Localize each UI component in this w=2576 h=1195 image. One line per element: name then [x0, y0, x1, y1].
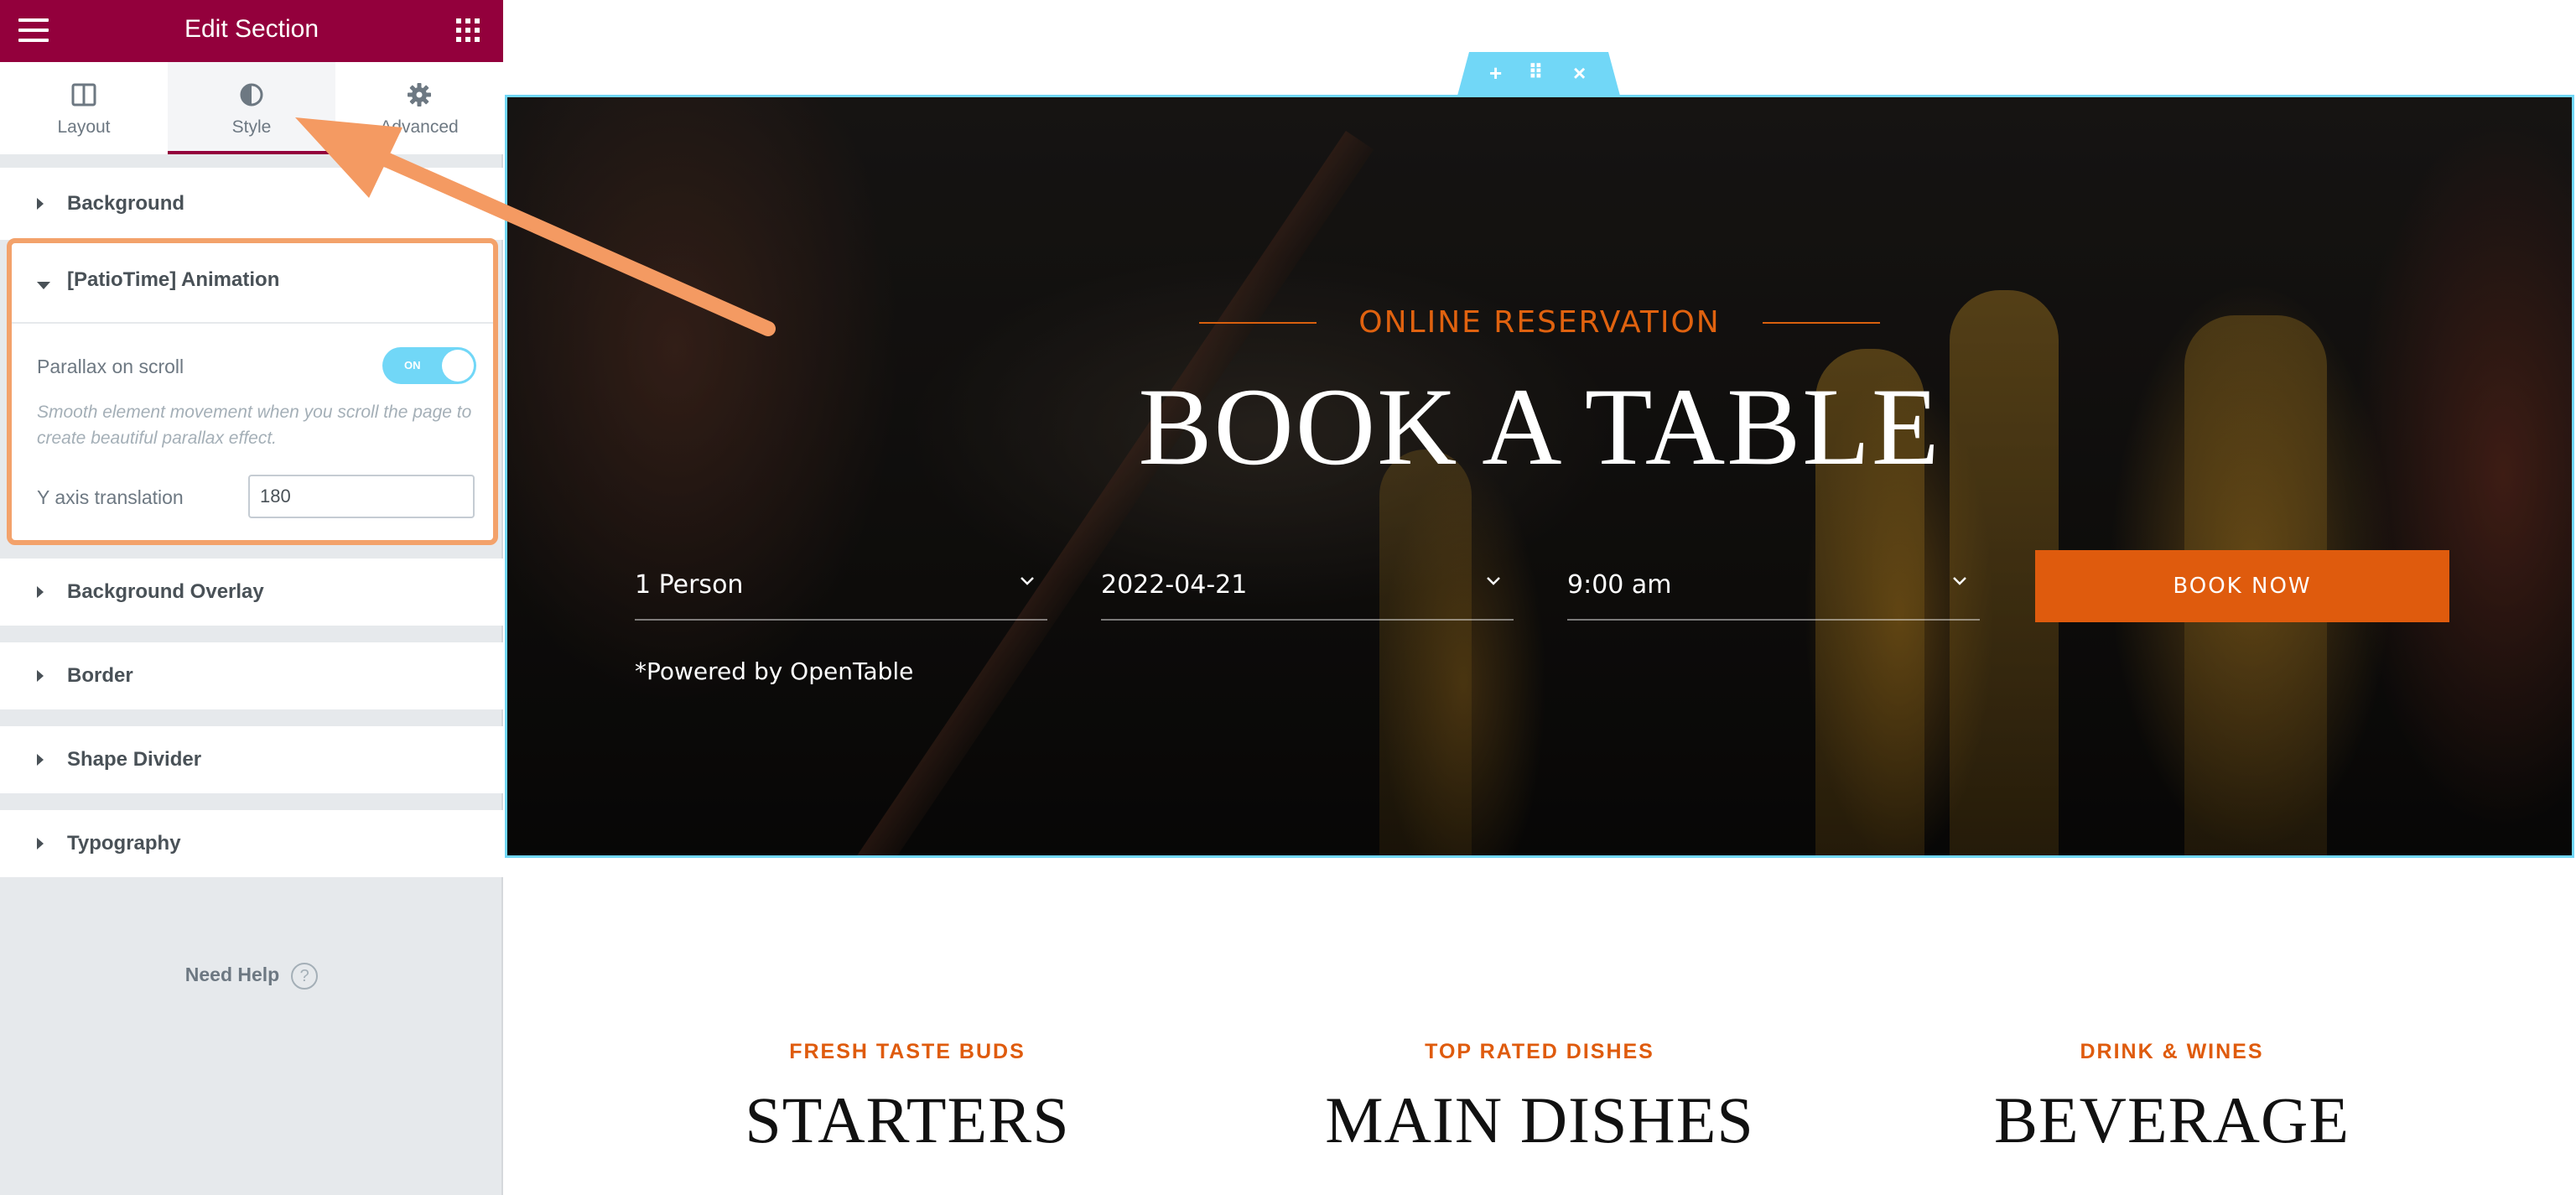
category-starters: FRESH TASTE BUDS STARTERS — [656, 1040, 1159, 1158]
gear-icon — [407, 82, 432, 112]
category-main-dishes: TOP RATED DISHES MAIN DISHES — [1288, 1040, 1791, 1158]
toggle-state-text: ON — [404, 359, 421, 371]
hero-title: BOOK A TABLE — [1138, 365, 1941, 488]
y-translation-label: Y axis translation — [37, 486, 184, 508]
select-value: 9:00 am — [1567, 570, 1672, 600]
section-border[interactable]: Border — [0, 642, 503, 709]
caret-right-icon — [37, 670, 44, 682]
category-kicker: TOP RATED DISHES — [1425, 1040, 1654, 1063]
y-translation-input[interactable] — [248, 475, 475, 518]
select-value: 2022-04-21 — [1101, 570, 1248, 600]
tab-advanced[interactable]: Advanced — [335, 62, 503, 154]
parallax-label: Parallax on scroll — [37, 356, 184, 377]
divider-line — [1198, 321, 1317, 324]
select-value: 1 Person — [635, 570, 744, 600]
layout-columns-icon — [71, 82, 96, 112]
section-header: Background — [0, 168, 503, 240]
section-label: Background Overlay — [67, 580, 264, 603]
category-beverage: DRINK & WINES BEVERAGE — [1920, 1040, 2423, 1158]
category-heading: MAIN DISHES — [1325, 1083, 1754, 1156]
category-kicker: FRESH TASTE BUDS — [789, 1040, 1026, 1063]
tab-style[interactable]: Style — [168, 62, 335, 154]
chevron-down-icon — [1019, 575, 1036, 591]
category-kicker: DRINK & WINES — [2080, 1040, 2264, 1063]
panel-title: Edit Section — [184, 15, 319, 43]
tab-label: Advanced — [380, 117, 459, 137]
tab-layout[interactable]: Layout — [0, 62, 168, 154]
caret-right-icon — [37, 198, 44, 210]
parallax-toggle[interactable]: ON — [382, 347, 476, 384]
caret-right-icon — [37, 586, 44, 598]
section-header: Background Overlay — [0, 559, 503, 626]
parallax-description: Smooth element movement when you scroll … — [37, 403, 472, 448]
section-label: Typography — [67, 832, 181, 855]
party-size-select[interactable]: 1 Person — [635, 550, 1047, 621]
section-label: Background — [67, 192, 185, 215]
help-question-icon: ? — [291, 963, 319, 990]
category-heading: STARTERS — [745, 1083, 1070, 1156]
section-header: Typography — [0, 810, 503, 877]
toggle-knob — [442, 350, 474, 382]
need-help-label: Need Help — [184, 964, 280, 986]
panel-header: Edit Section — [0, 0, 503, 62]
section-shape-divider[interactable]: Shape Divider — [0, 726, 503, 793]
tab-label: Style — [231, 117, 272, 137]
category-heading: BEVERAGE — [1994, 1083, 2350, 1156]
drag-section-icon[interactable]: ⠿ — [1528, 62, 1544, 84]
date-select[interactable]: 2022-04-21 — [1101, 550, 1514, 621]
widgets-grid-icon[interactable] — [456, 18, 480, 42]
section-animation-header[interactable]: [PatioTime] Animation — [12, 243, 493, 324]
caret-right-icon — [37, 838, 44, 849]
tab-label: Layout — [57, 117, 111, 137]
delete-section-icon[interactable]: × — [1573, 62, 1586, 84]
time-select[interactable]: 9:00 am — [1567, 550, 1980, 621]
panel-tabs: Layout Style Advanced — [0, 62, 503, 154]
section-handle[interactable]: + ⠿ × — [1457, 52, 1620, 96]
divider-line — [1763, 321, 1881, 324]
need-help-link[interactable]: Need Help? — [0, 963, 503, 990]
section-background[interactable]: Background — [0, 168, 503, 240]
hero-subtitle-row: ONLINE RESERVATION — [507, 305, 2572, 340]
section-header: Border — [0, 642, 503, 709]
section-label: [PatioTime] Animation — [67, 268, 280, 291]
editor-panel: Edit Section Layout Style Advanced Backg… — [0, 0, 503, 1195]
caret-right-icon — [37, 754, 44, 766]
powered-by-text: *Powered by OpenTable — [635, 657, 914, 685]
hero-section[interactable]: ONLINE RESERVATION BOOK A TABLE 1 Person… — [505, 95, 2574, 858]
section-label: Shape Divider — [67, 748, 202, 771]
caret-down-icon — [37, 282, 50, 289]
hero-subtitle: ONLINE RESERVATION — [1358, 305, 1721, 340]
chevron-down-icon — [1485, 575, 1502, 591]
section-typography[interactable]: Typography — [0, 810, 503, 877]
animation-section-highlight: [PatioTime] Animation Parallax on scroll… — [7, 238, 498, 545]
section-background-overlay[interactable]: Background Overlay — [0, 559, 503, 626]
contrast-circle-icon — [239, 82, 264, 112]
section-label: Border — [67, 664, 133, 687]
add-section-icon[interactable]: + — [1489, 62, 1502, 84]
book-now-button[interactable]: BOOK NOW — [2035, 550, 2449, 622]
section-header: Shape Divider — [0, 726, 503, 793]
chevron-down-icon — [1951, 575, 1968, 591]
